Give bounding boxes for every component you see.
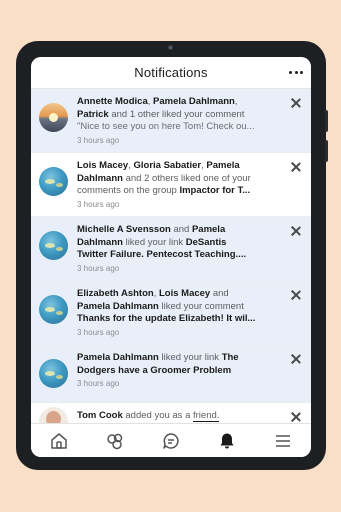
bold-text[interactable]: Patrick [77,109,109,120]
bold-text[interactable]: Dahlmann [77,237,123,248]
notification-time: 3 hours ago [77,263,120,273]
notification-line-text: liked your link [158,352,222,363]
close-icon[interactable] [291,354,301,364]
volume-button [325,140,328,162]
bold-text[interactable]: Pamela Dahlmann [77,301,159,312]
close-icon[interactable] [291,226,301,236]
notification-time: 3 hours ago [77,135,120,145]
groups-icon [107,433,123,449]
close-icon[interactable] [291,290,301,300]
bold-text[interactable]: Impactor for T... [179,185,250,196]
notification-text: Elizabeth Ashton, Lois Macey and Pamela D… [77,288,285,326]
bold-text[interactable]: Pamela Dahlmann [153,96,235,107]
bold-text[interactable]: Gloria Sabatier [134,160,202,171]
bold-text[interactable]: Lois Macey [159,288,210,299]
notification-line-text: liked your comment [158,300,244,312]
close-icon[interactable] [291,412,301,422]
notification-item[interactable]: Pamela Dahlmann liked your link The Dodge… [31,345,311,403]
notification-item[interactable]: Annette Modica, Pamela Dahlmann, Patrick … [31,89,311,153]
notification-item[interactable]: Elizabeth Ashton, Lois Macey and Pamela D… [31,281,311,345]
tab-notifications[interactable] [213,427,241,455]
notification-line-text: "Nice to see you on here Tom! Check ou..… [77,121,255,132]
close-icon[interactable] [291,98,301,108]
close-icon[interactable] [291,162,301,172]
bold-text[interactable]: Dodgers have a Groomer Problem [77,365,231,376]
person-avatar[interactable] [39,407,68,423]
bold-text[interactable]: The [222,352,239,363]
bell-icon [220,433,234,448]
notification-line-text: added you as a [122,410,193,421]
sunset-avatar[interactable] [39,103,68,132]
notification-text: Pamela Dahlmann liked your link The Dodge… [77,352,285,377]
ocean-avatar[interactable] [39,231,68,260]
bold-text[interactable]: DeSantis [186,237,227,248]
notification-line-text: friend. [193,410,220,422]
menu-icon [276,434,290,447]
page-title: Notifications [134,65,208,80]
notification-time: 3 hours ago [77,327,120,337]
app-screen: Notifications Annette Modica, Pamela Dah… [31,57,311,457]
bold-text[interactable]: Elizabeth Ashton [77,288,154,299]
notification-time: 3 hours ago [77,379,120,388]
bold-text[interactable]: Annette Modica [77,96,148,107]
notification-item[interactable]: Tom Cook added you as a friend. [31,403,311,423]
chat-icon [163,432,179,449]
bold-text[interactable]: Thanks for the update Elizabeth! It wil.… [77,313,255,324]
home-icon [51,432,67,449]
bold-text[interactable]: Pamela Dahlmann [77,352,159,363]
notification-line-text: and [170,224,192,235]
notification-line-text: liked your link [122,236,186,248]
tab-groups[interactable] [101,427,129,455]
camera-icon [168,45,173,50]
notification-line-text: and [210,288,229,299]
notification-text: Tom Cook added you as a friend. [77,410,285,423]
bold-text[interactable]: Michelle A Svensson [77,224,171,235]
notification-line-text: comments on the group [77,185,180,196]
bold-text[interactable]: Pamela [206,160,239,171]
notification-line-text: , [234,96,238,107]
tab-home[interactable] [45,427,73,455]
more-horizontal-icon[interactable] [289,69,303,75]
notification-text: Michelle A Svensson and Pamela Dahlmann l… [77,224,285,262]
header: Notifications [31,57,311,89]
notification-time: 3 hours ago [77,199,120,209]
notification-text: Lois Macey, Gloria Sabatier, Pamela Dahlm… [77,160,285,198]
volume-button [325,110,328,132]
ocean-avatar[interactable] [39,295,68,324]
tab-chat[interactable] [157,427,185,455]
bottom-tab-bar [31,423,311,457]
ocean-avatar[interactable] [39,167,68,196]
bold-text[interactable]: Dahlmann [77,173,123,184]
notification-text: Annette Modica, Pamela Dahlmann, Patrick … [77,96,285,134]
tab-menu[interactable] [269,427,297,455]
notification-item[interactable]: Lois Macey, Gloria Sabatier, Pamela Dahlm… [31,153,311,217]
bold-text[interactable]: Pamela [192,224,225,235]
notification-list: Annette Modica, Pamela Dahlmann, Patrick … [31,89,311,423]
bold-text[interactable]: Lois Macey [77,160,128,171]
bold-text[interactable]: Tom Cook [77,410,123,421]
bold-text[interactable]: Twitter Failure. Pentecost Teaching.... [77,249,246,260]
ocean-avatar[interactable] [39,359,68,388]
notification-line-text: and 1 other liked your comment [108,108,245,120]
notification-item[interactable]: Michelle A Svensson and Pamela Dahlmann l… [31,217,311,281]
notification-line-text: and 2 others liked one of your [122,172,251,184]
